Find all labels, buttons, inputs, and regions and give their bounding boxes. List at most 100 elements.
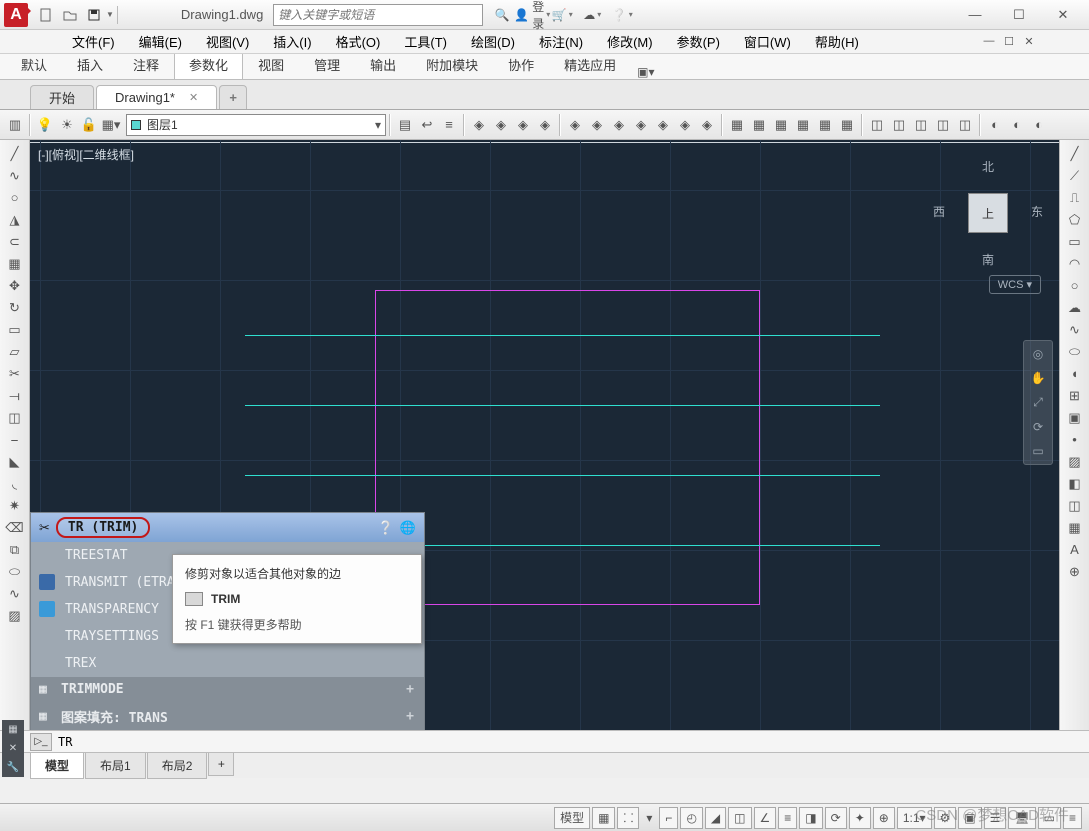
app-exchange-icon[interactable]: ☁ [581, 4, 603, 26]
menu-view[interactable]: 视图(V) [194, 29, 261, 54]
viewcube-top-face[interactable]: 上 [968, 193, 1008, 233]
layer-properties-icon[interactable]: ▥ [5, 115, 25, 135]
viewport-label[interactable]: [-][俯视][二维线框] [38, 146, 134, 163]
r-revcloud-icon[interactable]: ☁ [1065, 298, 1085, 317]
nav-orbit-icon[interactable]: ⟳ [1033, 420, 1043, 434]
viewcube-north[interactable]: 北 [933, 158, 1043, 175]
tb-c5-icon[interactable]: ◫ [955, 115, 975, 135]
palette-tab-1[interactable]: ▦ [2, 720, 24, 739]
tb-b6-icon[interactable]: ▦ [837, 115, 857, 135]
status-transparency-icon[interactable]: ◨ [799, 807, 822, 829]
minimize-button[interactable]: — [953, 1, 997, 29]
cmd-section-trimmode[interactable]: ▦TRIMMODE+ [31, 677, 424, 702]
status-lwt-icon[interactable]: ≡ [778, 807, 797, 829]
command-prompt-icon[interactable]: ▷_ [30, 733, 52, 751]
nav-showmotion-icon[interactable]: ▭ [1032, 444, 1043, 458]
status-dyn-icon[interactable]: ⊕ [873, 807, 895, 829]
tb-state-icon[interactable]: ≡ [439, 115, 459, 135]
navigation-bar[interactable]: ◎ ✋ ⤢ ⟳ ▭ [1023, 340, 1053, 465]
r-ellipse-icon[interactable]: ⬭ [1065, 342, 1085, 361]
mirror-icon[interactable]: ◮ [5, 210, 25, 229]
cmd-section-hatch[interactable]: ▦图案填充: TRANS+ [31, 702, 424, 730]
trim-icon[interactable]: ✂ [5, 364, 25, 383]
r-table-icon[interactable]: ▦ [1065, 518, 1085, 537]
menu-tools[interactable]: 工具(T) [392, 29, 459, 54]
tb-b3-icon[interactable]: ▦ [771, 115, 791, 135]
scale-icon[interactable]: ▭ [5, 320, 25, 339]
extend-icon[interactable]: ⟞ [5, 386, 25, 405]
layout-tab-model[interactable]: 模型 [30, 753, 84, 779]
layer-bulb-icon[interactable]: 💡 [35, 115, 55, 135]
nav-pan-icon[interactable]: ✋ [1031, 371, 1046, 385]
binoculars-icon[interactable]: 🔍 [491, 4, 513, 26]
tb-c4-icon[interactable]: ◫ [933, 115, 953, 135]
tb-b1-icon[interactable]: ▦ [727, 115, 747, 135]
pline-icon[interactable]: ∿ [5, 166, 25, 185]
r-polyline-icon[interactable]: ⎍ [1065, 188, 1085, 207]
fillet-icon[interactable]: ◟ [5, 474, 25, 493]
status-iso-icon[interactable]: ◢ [705, 807, 726, 829]
tb-g8-icon[interactable]: ◈ [631, 115, 651, 135]
tb-prev-icon[interactable]: ↩ [417, 115, 437, 135]
app-logo[interactable]: A [4, 3, 28, 27]
menu-format[interactable]: 格式(O) [324, 29, 393, 54]
close-tab-icon[interactable]: ✕ [189, 91, 198, 104]
qat-open-icon[interactable] [59, 4, 81, 26]
mdi-max-icon[interactable]: ☐ [999, 35, 1019, 48]
nav-zoom-icon[interactable]: ⤢ [1033, 395, 1043, 410]
status-model[interactable]: 模型 [554, 807, 590, 829]
tb-match-icon[interactable]: ▤ [395, 115, 415, 135]
r-circle-icon[interactable]: ○ [1065, 276, 1085, 295]
menu-parameters[interactable]: 参数(P) [665, 29, 732, 54]
drawing-canvas[interactable]: [-][俯视][二维线框] 北 南 西 东 上 WCS ▾ ◎ ✋ ⤢ ⟳ ▭ … [30, 140, 1059, 730]
r-arc-icon[interactable]: ◠ [1065, 254, 1085, 273]
line-icon[interactable]: ╱ [5, 144, 25, 163]
r-ellipsearc-icon[interactable]: ◖ [1065, 364, 1085, 383]
tb-g11-icon[interactable]: ◈ [697, 115, 717, 135]
r-hatch-icon[interactable]: ▨ [1065, 452, 1085, 471]
status-cycle-icon[interactable]: ⟳ [825, 807, 847, 829]
menu-modify[interactable]: 修改(M) [595, 29, 665, 54]
menu-insert[interactable]: 插入(I) [261, 29, 323, 54]
stretch-icon[interactable]: ▱ [5, 342, 25, 361]
tb-d1-icon[interactable]: ◐ [985, 115, 1005, 135]
status-osnap-icon[interactable]: ◫ [728, 807, 751, 829]
viewcube-east[interactable]: 东 [1031, 203, 1043, 220]
menu-dimension[interactable]: 标注(N) [527, 29, 595, 54]
r-region-icon[interactable]: ◫ [1065, 496, 1085, 515]
tb-g4-icon[interactable]: ◈ [535, 115, 555, 135]
tb-c2-icon[interactable]: ◫ [889, 115, 909, 135]
viewcube[interactable]: 北 南 西 东 上 [933, 158, 1043, 268]
file-tab-drawing1[interactable]: Drawing1*✕ [96, 85, 217, 109]
r-insert-icon[interactable]: ⊞ [1065, 386, 1085, 405]
r-rectangle-icon[interactable]: ▭ [1065, 232, 1085, 251]
menu-help[interactable]: 帮助(H) [803, 29, 871, 54]
break-icon[interactable]: ◫ [5, 408, 25, 427]
viewcube-west[interactable]: 西 [933, 203, 945, 220]
status-polar-icon[interactable]: ◴ [680, 807, 702, 829]
menu-file[interactable]: 文件(F) [60, 29, 127, 54]
cart-icon[interactable]: 🛒 [551, 4, 573, 26]
viewcube-south[interactable]: 南 [933, 251, 1043, 268]
status-ortho-icon[interactable]: ⌐ [659, 807, 678, 829]
r-mtext-icon[interactable]: A [1065, 540, 1085, 559]
erase-icon[interactable]: ⌫ [5, 518, 25, 537]
tb-c1-icon[interactable]: ◫ [867, 115, 887, 135]
layer-sun-icon[interactable]: ☀ [57, 115, 77, 135]
circle-icon[interactable]: ○ [5, 188, 25, 207]
chamfer-icon[interactable]: ◣ [5, 452, 25, 471]
tb-c3-icon[interactable]: ◫ [911, 115, 931, 135]
menu-edit[interactable]: 编辑(E) [127, 29, 194, 54]
explode-icon[interactable]: ✷ [5, 496, 25, 515]
tb-g3-icon[interactable]: ◈ [513, 115, 533, 135]
layout-tab-2[interactable]: 布局2 [147, 753, 208, 779]
tb-g10-icon[interactable]: ◈ [675, 115, 695, 135]
offset-icon[interactable]: ⊂ [5, 232, 25, 251]
layer-plot-icon[interactable]: ▦▾ [101, 115, 121, 135]
ellipse-icon[interactable]: ⬭ [5, 562, 25, 581]
tb-b5-icon[interactable]: ▦ [815, 115, 835, 135]
r-line-icon[interactable]: ╱ [1065, 144, 1085, 163]
array-icon[interactable]: ▦ [5, 254, 25, 273]
r-spline-icon[interactable]: ∿ [1065, 320, 1085, 339]
cmd-globe-icon[interactable]: 🌐 [400, 520, 416, 536]
